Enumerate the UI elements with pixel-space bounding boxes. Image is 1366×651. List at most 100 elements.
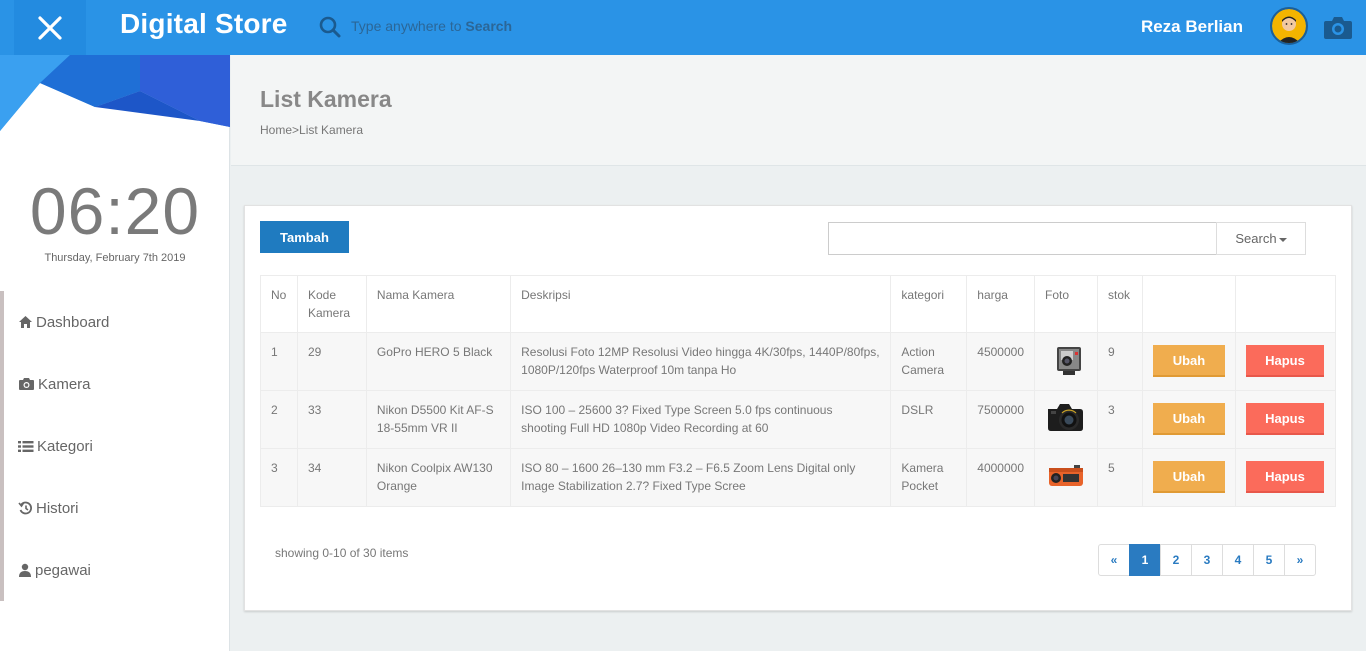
sidebar-nav: Dashboard Kamera Kategori Histori pegawa… xyxy=(0,291,230,601)
content-card: Tambah Search No Kode Kamera Nama Kamera… xyxy=(244,205,1352,611)
search-icon[interactable] xyxy=(318,15,342,39)
coolpix-photo xyxy=(1049,465,1083,486)
user-avatar-icon xyxy=(1272,9,1306,43)
date-label: Thursday, February 7th 2019 xyxy=(44,252,186,264)
delete-button[interactable]: Hapus xyxy=(1245,461,1324,493)
column-header: stok xyxy=(1097,275,1143,333)
camera-icon[interactable] xyxy=(1323,14,1353,40)
page-button-1[interactable]: 1 xyxy=(1129,544,1161,576)
page-button-2[interactable]: 2 xyxy=(1160,544,1192,576)
cell-harga: 4000000 xyxy=(966,448,1035,507)
pagination: « 1 2 3 4 5 » xyxy=(1098,544,1316,576)
history-icon xyxy=(18,501,32,515)
column-header: Kode Kamera xyxy=(296,275,367,333)
page-title: List Kamera xyxy=(260,86,392,112)
cell-foto xyxy=(1034,448,1098,507)
global-search-hint[interactable]: Type anywhere to Search xyxy=(351,18,512,34)
user-icon xyxy=(19,563,31,577)
sidebar-item-histori[interactable]: Histori xyxy=(4,477,230,539)
cell-foto xyxy=(1034,390,1098,449)
cell-hapus: Hapus xyxy=(1234,448,1337,507)
column-header: harga xyxy=(966,275,1035,333)
sidebar-item-label: pegawai xyxy=(35,561,91,579)
cell-deskripsi: Resolusi Foto 12MP Resolusi Video hingga… xyxy=(510,332,892,391)
delete-button[interactable]: Hapus xyxy=(1245,403,1324,435)
kamera-table: No Kode Kamera Nama Kamera Deskripsi kat… xyxy=(260,275,1337,507)
cell-kode: 29 xyxy=(296,332,367,391)
close-sidebar-button[interactable] xyxy=(14,0,86,55)
cell-stok: 3 xyxy=(1097,390,1143,449)
edit-button[interactable]: Ubah xyxy=(1152,403,1225,435)
sidebar-item-kamera[interactable]: Kamera xyxy=(4,353,230,415)
list-icon xyxy=(18,440,34,452)
cell-harga: 4500000 xyxy=(966,332,1035,391)
edit-button[interactable]: Ubah xyxy=(1152,461,1225,493)
table-header-row: No Kode Kamera Nama Kamera Deskripsi kat… xyxy=(260,275,1337,333)
cell-no: 2 xyxy=(260,390,298,449)
column-header: Foto xyxy=(1034,275,1098,333)
caret-down-icon xyxy=(1278,237,1287,242)
search-button-label: Search xyxy=(1235,231,1277,246)
breadcrumb-home[interactable]: Home xyxy=(260,123,292,137)
column-header xyxy=(1141,275,1236,333)
search-dropdown-button[interactable]: Search xyxy=(1216,222,1306,255)
cell-ubah: Ubah xyxy=(1141,332,1236,391)
cell-kode: 33 xyxy=(296,390,367,449)
page-button-5[interactable]: 5 xyxy=(1253,544,1285,576)
cell-no: 1 xyxy=(260,332,298,391)
gopro-photo xyxy=(1057,347,1081,375)
cell-ubah: Ubah xyxy=(1141,448,1236,507)
avatar[interactable] xyxy=(1270,7,1308,45)
brand-title: Digital Store xyxy=(120,8,288,39)
sidebar: 06:20 Thursday, February 7th 2019 Dashbo… xyxy=(0,55,230,651)
cell-hapus: Hapus xyxy=(1234,390,1337,449)
cell-hapus: Hapus xyxy=(1234,332,1337,391)
column-header xyxy=(1234,275,1337,333)
cell-nama: Nikon Coolpix AW130 Orange xyxy=(365,448,512,507)
column-header: No xyxy=(260,275,298,333)
column-header: Nama Kamera xyxy=(365,275,512,333)
home-icon xyxy=(19,316,32,328)
page-button-3[interactable]: 3 xyxy=(1191,544,1223,576)
cell-kategori: DSLR xyxy=(890,390,968,449)
cell-kategori: Action Camera xyxy=(890,332,968,391)
table-row: 1 29 GoPro HERO 5 Black Resolusi Foto 12… xyxy=(260,332,1337,391)
cell-nama: Nikon D5500 Kit AF-S 18-55mm VR II xyxy=(365,390,512,449)
search-input[interactable] xyxy=(828,222,1218,255)
page-header: List Kamera Home>List Kamera xyxy=(231,55,1366,166)
search-hint-keyword: Search xyxy=(465,18,513,34)
camera-icon xyxy=(19,378,34,390)
cell-foto xyxy=(1034,332,1098,391)
page-prev-button[interactable]: « xyxy=(1098,544,1130,576)
page-button-4[interactable]: 4 xyxy=(1222,544,1254,576)
dslr-photo xyxy=(1048,404,1083,431)
breadcrumb: Home>List Kamera xyxy=(260,123,363,137)
breadcrumb-current: List Kamera xyxy=(299,123,364,137)
cell-nama: GoPro HERO 5 Black xyxy=(365,332,512,391)
top-bar: Digital Store Type anywhere to Search Re… xyxy=(0,0,1366,55)
sidebar-item-pegawai[interactable]: pegawai xyxy=(4,539,230,601)
user-name[interactable]: Reza Berlian xyxy=(1141,17,1243,37)
column-header: Deskripsi xyxy=(510,275,892,333)
sidebar-item-dashboard[interactable]: Dashboard xyxy=(4,291,230,353)
sidebar-item-label: Kamera xyxy=(38,375,91,393)
sidebar-item-label: Histori xyxy=(36,499,79,517)
cell-kode: 34 xyxy=(296,448,367,507)
sidebar-item-label: Dashboard xyxy=(36,313,110,331)
clock: 06:20 xyxy=(29,174,201,248)
cell-no: 3 xyxy=(260,448,298,507)
cell-stok: 9 xyxy=(1097,332,1143,391)
cell-deskripsi: ISO 100 – 25600 3? Fixed Type Screen 5.0… xyxy=(510,390,892,449)
sidebar-item-kategori[interactable]: Kategori xyxy=(4,415,230,477)
search-hint-text: Type anywhere to xyxy=(351,18,466,34)
edit-button[interactable]: Ubah xyxy=(1152,345,1225,377)
add-button[interactable]: Tambah xyxy=(260,221,349,253)
breadcrumb-separator: > xyxy=(292,123,300,137)
delete-button[interactable]: Hapus xyxy=(1245,345,1324,377)
cell-harga: 7500000 xyxy=(966,390,1035,449)
pagination-summary: showing 0-10 of 30 items xyxy=(275,546,409,560)
page-next-button[interactable]: » xyxy=(1284,544,1316,576)
sidebar-item-label: Kategori xyxy=(37,437,93,455)
cell-deskripsi: ISO 80 – 1600 26–130 mm F3.2 – F6.5 Zoom… xyxy=(510,448,892,507)
cell-kategori: Kamera Pocket xyxy=(890,448,968,507)
